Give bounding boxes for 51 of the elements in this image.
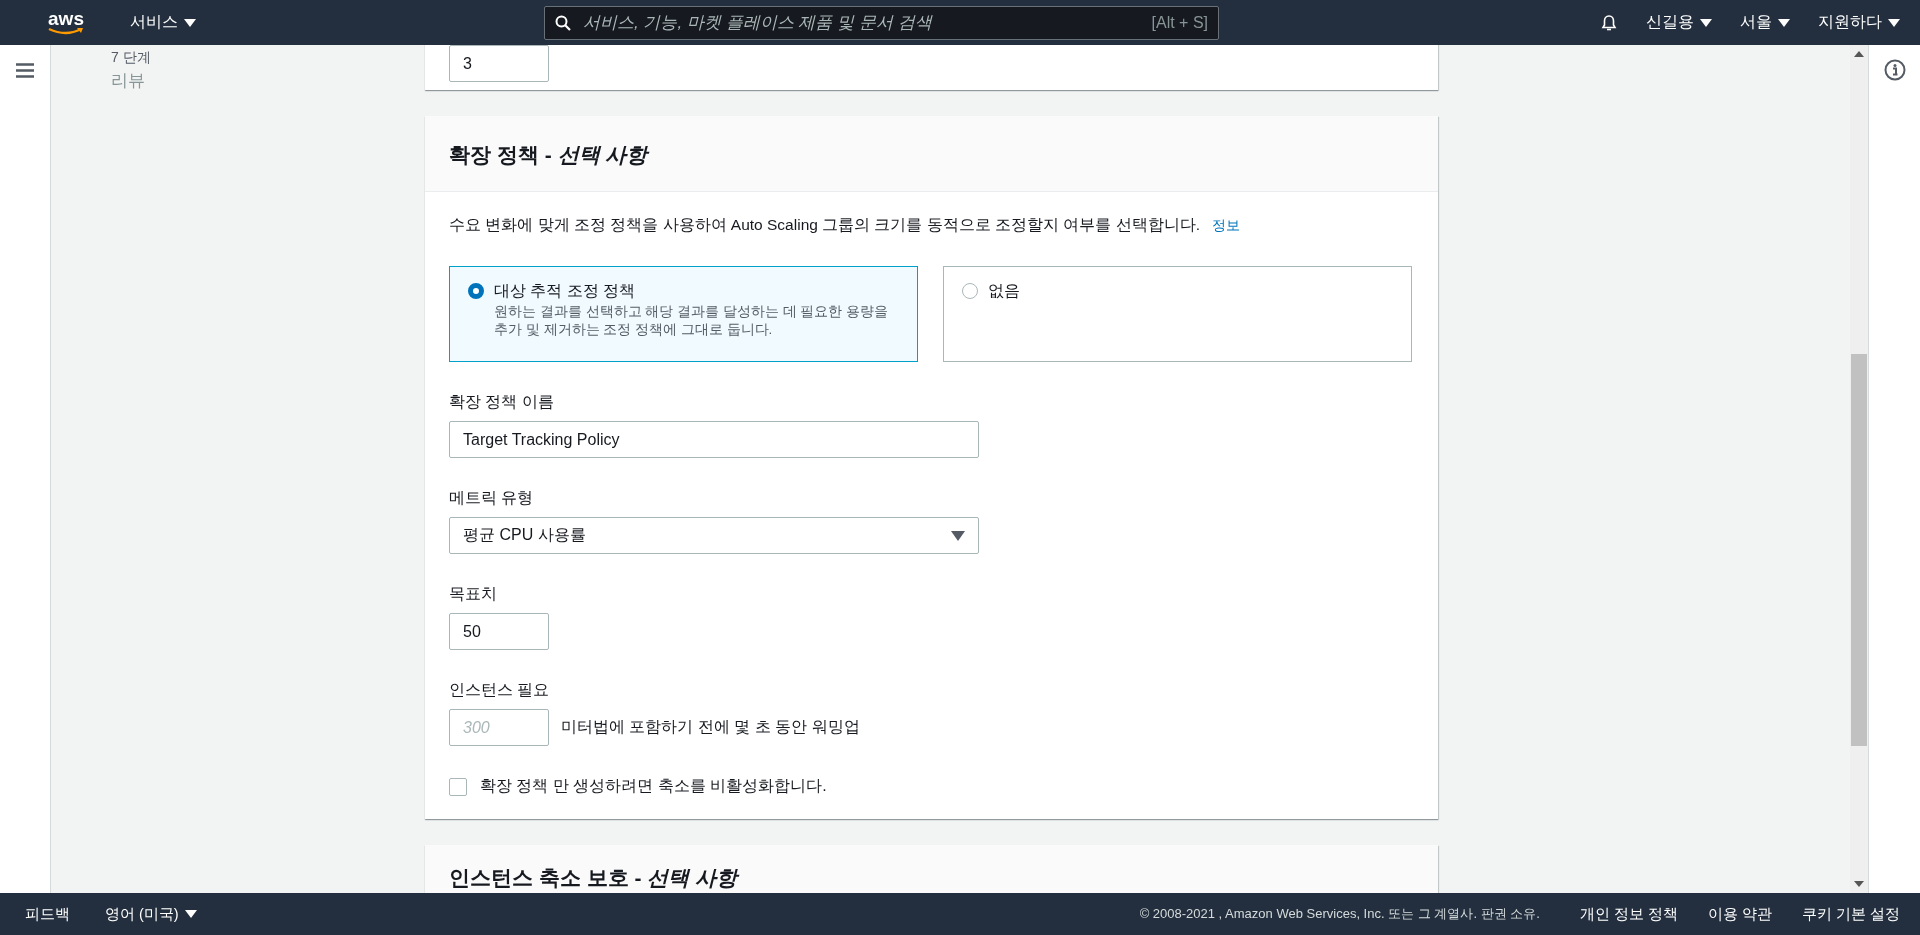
description-text: 수요 변화에 맞게 조정 정책을 사용하여 Auto Scaling 그룹의 크기를 동적으로 조정할지 여부를 선택합니다. 정보 bbox=[449, 215, 1241, 235]
card-title: 확장 정책 - 선택 사항 bbox=[449, 142, 651, 168]
search-bar[interactable]: 서비스, 기능, 마켓 플레이스 제품 및 문서 검색 [Alt + S] bbox=[544, 5, 1219, 40]
step-number: 7 단계 bbox=[111, 49, 152, 67]
field-label: 목표치 bbox=[449, 584, 498, 604]
caret-icon bbox=[184, 910, 197, 918]
policy-name-field[interactable]: Target Tracking Policy bbox=[449, 421, 979, 458]
services-menu[interactable]: 서비스 bbox=[130, 12, 196, 33]
policy-option[interactable]: 없음 bbox=[943, 266, 1412, 362]
scroll-down-icon[interactable] bbox=[1854, 881, 1864, 887]
field-label: 인스턴스 필요 bbox=[449, 680, 551, 700]
search-field[interactable]: 서비스, 기능, 마켓 플레이스 제품 및 문서 검색 bbox=[581, 11, 1142, 34]
bell-icon[interactable] bbox=[1600, 13, 1618, 32]
info-link[interactable]: 정보 bbox=[1212, 217, 1240, 233]
shortcut-hint: [Alt + S] bbox=[1151, 13, 1208, 32]
policy-option[interactable]: 대상 추적 조정 정책 원하는 결과를 선택하고 해당 결과를 달성하는 데 필요한 용량을 추가 및 제거하는 조정 정책에 그대로 둡니다. bbox=[449, 266, 918, 362]
option-label: 없음 bbox=[988, 281, 1020, 301]
caret-icon bbox=[1888, 18, 1900, 27]
aws-logo[interactable]: aws bbox=[44, 10, 88, 35]
info-icon[interactable] bbox=[1883, 59, 1906, 81]
language-menu[interactable]: 영어 (미국) bbox=[105, 904, 197, 924]
field-label: 메트릭 유형 bbox=[449, 488, 535, 508]
caret-icon bbox=[951, 530, 965, 541]
copyright-text: © 2008-2021 , Amazon Web Services, Inc. 또는 그 계열사. 판권 소유. bbox=[1139, 905, 1540, 923]
feedback-link[interactable]: 피드백 bbox=[25, 904, 70, 924]
checkbox-label: 확장 정책 만 생성하려면 축소를 비활성화합니다. bbox=[480, 776, 827, 796]
card-title: 인스턴스 축소 보호 - 선택 사항 bbox=[449, 865, 741, 891]
warmup-hint: 미터법에 포함하기 전에 몇 초 동안 워밍업 bbox=[561, 717, 860, 737]
region-menu[interactable]: 서울 bbox=[1740, 12, 1790, 33]
radio-button[interactable] bbox=[962, 283, 978, 299]
footer-link[interactable]: 개인 정보 정책 bbox=[1579, 904, 1678, 924]
warmup-field[interactable]: 300 bbox=[449, 709, 549, 746]
target-value-field[interactable]: 50 bbox=[449, 613, 549, 650]
number-field[interactable]: 3 bbox=[449, 45, 549, 82]
footer-link[interactable]: 쿠키 기본 설정 bbox=[1801, 904, 1900, 924]
checkbox[interactable] bbox=[449, 777, 467, 796]
option-description: 원하는 결과를 선택하고 해당 결과를 달성하는 데 필요한 용량을 추가 및 제거하는 조정 정책에 그대로 둡니다. bbox=[494, 303, 889, 339]
scrollbar[interactable] bbox=[1850, 45, 1868, 893]
footer-link[interactable]: 이용 약관 bbox=[1707, 904, 1772, 924]
field-label: 확장 정책 이름 bbox=[449, 392, 555, 412]
account-menu[interactable]: 신길용 bbox=[1646, 12, 1712, 33]
radio-button[interactable] bbox=[468, 283, 484, 299]
caret-icon bbox=[1700, 18, 1712, 27]
menu-icon[interactable] bbox=[16, 63, 34, 78]
search-icon bbox=[555, 14, 571, 31]
scroll-up-icon[interactable] bbox=[1854, 51, 1864, 57]
option-label: 대상 추적 조정 정책 bbox=[494, 281, 637, 301]
support-menu[interactable]: 지원하다 bbox=[1818, 12, 1900, 33]
caret-icon bbox=[1778, 18, 1790, 27]
caret-icon bbox=[184, 18, 196, 27]
metric-type-select[interactable]: 평균 CPU 사용률 bbox=[449, 517, 979, 554]
